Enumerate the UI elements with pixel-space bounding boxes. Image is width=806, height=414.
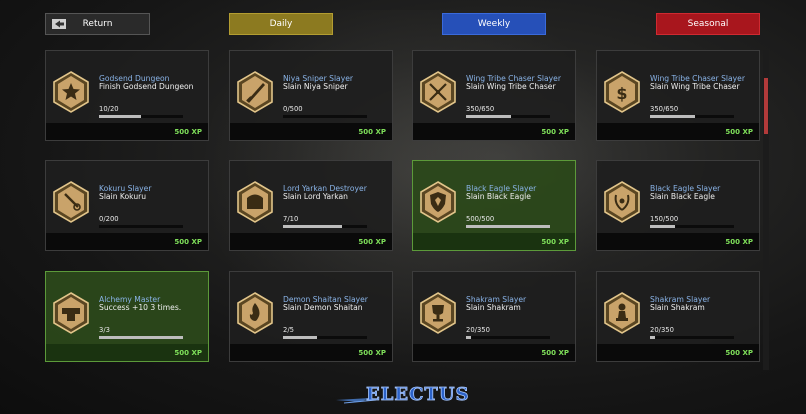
progress-bar: [650, 115, 734, 118]
anvil-icon: [53, 292, 89, 334]
return-button[interactable]: Return: [45, 13, 150, 35]
progress-bar-fill: [466, 336, 471, 339]
quest-card[interactable]: Wing Tribe Chaser Slayer Slain Wing Tribe…: [412, 50, 576, 141]
progress-bar: [466, 336, 550, 339]
scrollbar[interactable]: [763, 50, 769, 370]
progress-bar-fill: [650, 115, 696, 118]
quest-progress-text: 150/500: [650, 215, 679, 223]
progress-bar: [650, 225, 734, 228]
tab-seasonal[interactable]: Seasonal: [656, 13, 760, 35]
quest-progress-text: 20/350: [466, 326, 490, 334]
shield-icon: [420, 181, 456, 223]
electus-logo: ELECTUS: [336, 384, 470, 405]
quest-progress-text: 0/500: [283, 105, 303, 113]
weekly-label: Weekly: [477, 19, 511, 29]
quest-progress-text: 500/500: [466, 215, 495, 223]
quest-progress-text: 3/3: [99, 326, 110, 334]
progress-bar: [99, 336, 183, 339]
svg-text:ELECTUS: ELECTUS: [366, 384, 470, 405]
xp-reward: 500 XP: [725, 128, 753, 136]
progress-bar: [283, 115, 367, 118]
quest-description: Slain Niya Sniper: [283, 82, 348, 91]
daily-label: Daily: [269, 19, 293, 29]
star-icon: [53, 71, 89, 113]
quest-description: Slain Shakram: [466, 303, 521, 312]
xp-reward: 500 XP: [541, 128, 569, 136]
quest-description: Slain Wing Tribe Chaser: [466, 82, 556, 91]
xp-reward: 500 XP: [358, 238, 386, 246]
svg-text:$: $: [616, 84, 627, 103]
xp-reward: 500 XP: [541, 238, 569, 246]
flame-icon: [237, 292, 273, 334]
quest-card[interactable]: Black Eagle Slayer Slain Black Eagle 150/5…: [596, 160, 760, 251]
progress-bar-fill: [283, 225, 342, 228]
progress-bar-fill: [650, 336, 655, 339]
progress-bar: [99, 225, 183, 228]
progress-bar-fill: [99, 336, 183, 339]
progress-bar: [283, 336, 367, 339]
tab-daily[interactable]: Daily: [229, 13, 333, 35]
chess-pawn-icon: [604, 292, 640, 334]
quest-description: Slain Black Eagle: [650, 192, 715, 201]
quest-description: Slain Kokuru: [99, 192, 147, 201]
progress-bar-fill: [283, 336, 317, 339]
quest-progress-text: 20/350: [650, 326, 674, 334]
quest-progress-text: 350/650: [650, 105, 679, 113]
quest-progress-text: 2/5: [283, 326, 294, 334]
quest-progress-text: 350/650: [466, 105, 495, 113]
trophy-icon: [420, 292, 456, 334]
quest-description: Slain Black Eagle: [466, 192, 531, 201]
quest-description: Slain Lord Yarkan: [283, 192, 348, 201]
progress-bar-fill: [466, 225, 550, 228]
progress-bar: [99, 115, 183, 118]
quest-description: Slain Wing Tribe Chaser: [650, 82, 740, 91]
quest-description: Success +10 3 times.: [99, 303, 182, 312]
quest-card[interactable]: Black Eagle Slayer Slain Black Eagle 500/5…: [412, 160, 576, 251]
quest-card[interactable]: Alchemy Master Success +10 3 times. 3/3 500…: [45, 271, 209, 362]
xp-reward: 500 XP: [358, 128, 386, 136]
wrench-icon: [53, 181, 89, 223]
progress-bar-fill: [99, 115, 141, 118]
quest-card[interactable]: Shakram Slayer Slain Shakram 20/350 500 XP: [412, 271, 576, 362]
xp-reward: 500 XP: [358, 349, 386, 357]
scrollbar-thumb[interactable]: [764, 78, 768, 134]
xp-reward: 500 XP: [174, 238, 202, 246]
quest-progress-text: 10/20: [99, 105, 119, 113]
quest-card[interactable]: Niya Sniper Slayer Slain Niya Sniper 0/500…: [229, 50, 393, 141]
xp-reward: 500 XP: [541, 349, 569, 357]
quest-card[interactable]: Lord Yarkan Destroyer Slain Lord Yarkan 7/…: [229, 160, 393, 251]
progress-bar-fill: [650, 225, 676, 228]
quest-card[interactable]: $ Wing Tribe Chaser Slayer Slain Wing Trib…: [596, 50, 760, 141]
crossed-swords-icon: [420, 71, 456, 113]
progress-bar: [650, 336, 734, 339]
xp-reward: 500 XP: [174, 349, 202, 357]
quest-progress-text: 7/10: [283, 215, 299, 223]
progress-bar: [283, 225, 367, 228]
quest-card[interactable]: Demon Shaitan Slayer Slain Demon Shaitan 2…: [229, 271, 393, 362]
chest-icon: [237, 181, 273, 223]
quest-description: Slain Demon Shaitan: [283, 303, 363, 312]
quest-card[interactable]: Kokuru Slayer Slain Kokuru 0/200 500 XP: [45, 160, 209, 251]
laurel-icon: [604, 181, 640, 223]
return-label: Return: [82, 19, 113, 29]
xp-reward: 500 XP: [725, 349, 753, 357]
quest-progress-text: 0/200: [99, 215, 119, 223]
quest-card[interactable]: Godsend Dungeon Finish Godsend Dungeon 10/…: [45, 50, 209, 141]
sword-icon: [237, 71, 273, 113]
progress-bar: [466, 115, 550, 118]
xp-reward: 500 XP: [174, 128, 202, 136]
quest-description: Slain Shakram: [650, 303, 705, 312]
xp-reward: 500 XP: [725, 238, 753, 246]
tab-weekly[interactable]: Weekly: [442, 13, 546, 35]
seasonal-label: Seasonal: [687, 19, 729, 29]
dollar-icon: $: [604, 71, 640, 113]
progress-bar-fill: [466, 115, 512, 118]
quest-description: Finish Godsend Dungeon: [99, 82, 194, 91]
quest-card[interactable]: Shakram Slayer Slain Shakram 20/350 500 XP: [596, 271, 760, 362]
back-arrow-icon: [52, 19, 66, 29]
progress-bar: [466, 225, 550, 228]
